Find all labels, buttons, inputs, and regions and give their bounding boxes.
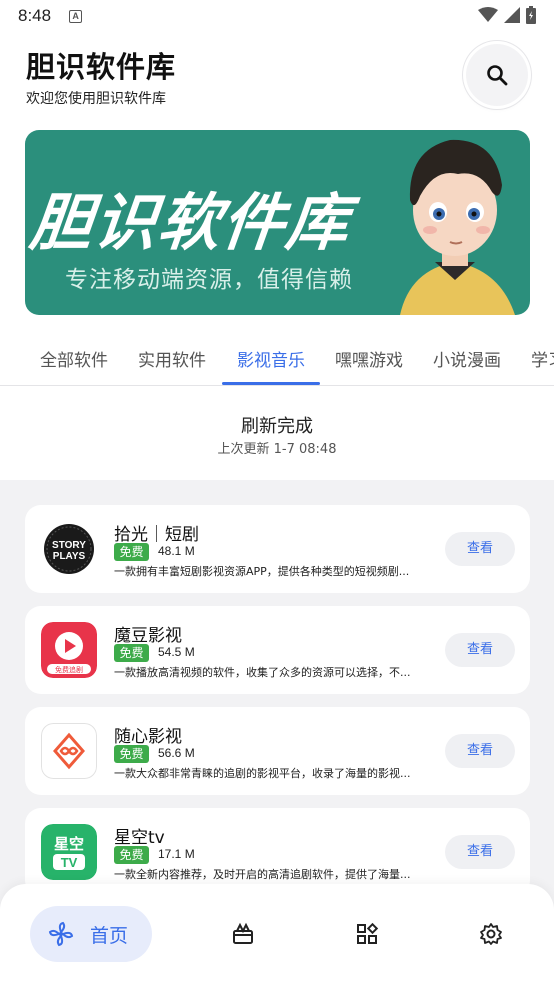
app-card[interactable]: STORY PLAYS 拾光｜短剧 免费 48.1 M 一款拥有丰富短剧影视资源… [25,505,530,593]
app-description: 一款拥有丰富短剧影视资源APP，提供各种类型的短视频剧... [114,565,410,578]
free-badge: 免费 [114,543,149,561]
app-size: 17.1 M [158,847,195,861]
app-name: 星空tv [114,828,165,848]
refresh-status: 刷新完成 [241,416,313,437]
search-button[interactable] [466,44,528,106]
app-card[interactable]: 免费追剧 魔豆影视 免费 54.5 M 一款播放高清视频的软件，收集了众多的资源… [25,606,530,694]
search-icon [487,65,508,86]
gift-icon[interactable] [231,922,255,946]
status-bar: 8:48 A [0,0,554,32]
tab-utility-software[interactable]: 实用软件 [138,346,206,371]
category-tabs: 全部软件 实用软件 影视音乐 嘿嘿游戏 小说漫画 学习 [0,338,554,386]
wifi-icon [478,7,498,22]
svg-text:STORY: STORY [52,540,86,551]
app-size: 56.6 M [158,746,195,760]
view-button[interactable]: 查看 [445,835,515,869]
tab-video-music[interactable]: 影视音乐 [237,346,305,371]
app-description: 一款播放高清视频的软件，收集了众多的资源可以选择，不... [114,666,411,679]
apps-grid-icon[interactable] [355,922,379,946]
svg-text:PLAYS: PLAYS [53,551,86,562]
svg-text:星空: 星空 [54,835,84,853]
app-size: 48.1 M [158,544,195,558]
free-badge: 免费 [114,644,149,662]
settings-icon[interactable] [479,922,503,946]
home-icon [48,921,74,947]
refresh-timestamp: 上次更新 1-7 08:48 [217,442,337,457]
app-subtitle: 欢迎您使用胆识软件库 [26,91,166,107]
promo-banner[interactable]: 胆识软件库 专注移动端资源，值得信赖 [25,130,530,315]
svg-text:免费追剧: 免费追剧 [55,665,83,674]
app-name: 拾光｜短剧 [114,525,199,545]
active-tab-indicator [222,382,320,385]
tab-all-software[interactable]: 全部软件 [40,346,108,371]
tab-games[interactable]: 嘿嘿游戏 [335,346,403,371]
banner-subtitle: 专注移动端资源，值得信赖 [65,267,353,293]
banner-title: 胆识软件库 [26,186,355,259]
svg-text:TV: TV [61,855,78,870]
app-icon-modou: 免费追剧 [41,622,97,678]
notification-icon: A [69,9,83,23]
free-badge: 免费 [114,846,149,864]
app-icon-xingkong: 星空 TV [41,824,97,880]
app-icon-shiguang: STORY PLAYS [41,521,97,577]
view-button[interactable]: 查看 [445,633,515,667]
app-size: 54.5 M [158,645,195,659]
app-description: 一款全新内容推荐，及时开启的高清追剧软件，提供了海量... [114,868,411,881]
app-icon-suixin [41,723,97,779]
battery-icon [526,6,536,24]
free-badge: 免费 [114,745,149,763]
status-indicators [478,6,536,24]
view-button[interactable]: 查看 [445,734,515,768]
app-card[interactable]: 星空 TV 星空tv 免费 17.1 M 一款全新内容推荐，及时开启的高清追剧软… [25,808,530,896]
app-card[interactable]: 随心影视 免费 56.6 M 一款大众都非常青睐的追剧的影视平台，收录了海量的影… [25,707,530,795]
app-description: 一款大众都非常青睐的追剧的影视平台，收录了海量的影视... [114,767,411,780]
app-name: 魔豆影视 [114,626,182,646]
view-button[interactable]: 查看 [445,532,515,566]
app-title: 胆识软件库 [26,50,177,84]
banner-character-illustration [400,139,515,315]
nav-home-label: 首页 [90,924,129,947]
tab-novels-comics[interactable]: 小说漫画 [433,346,501,371]
nav-home[interactable]: 首页 [30,906,152,962]
tab-learning[interactable]: 学习 [531,346,554,371]
status-time: 8:48 [18,6,52,25]
bottom-navigation: 首页 [0,884,554,984]
app-name: 随心影视 [114,727,182,747]
cell-signal-icon [504,7,520,23]
